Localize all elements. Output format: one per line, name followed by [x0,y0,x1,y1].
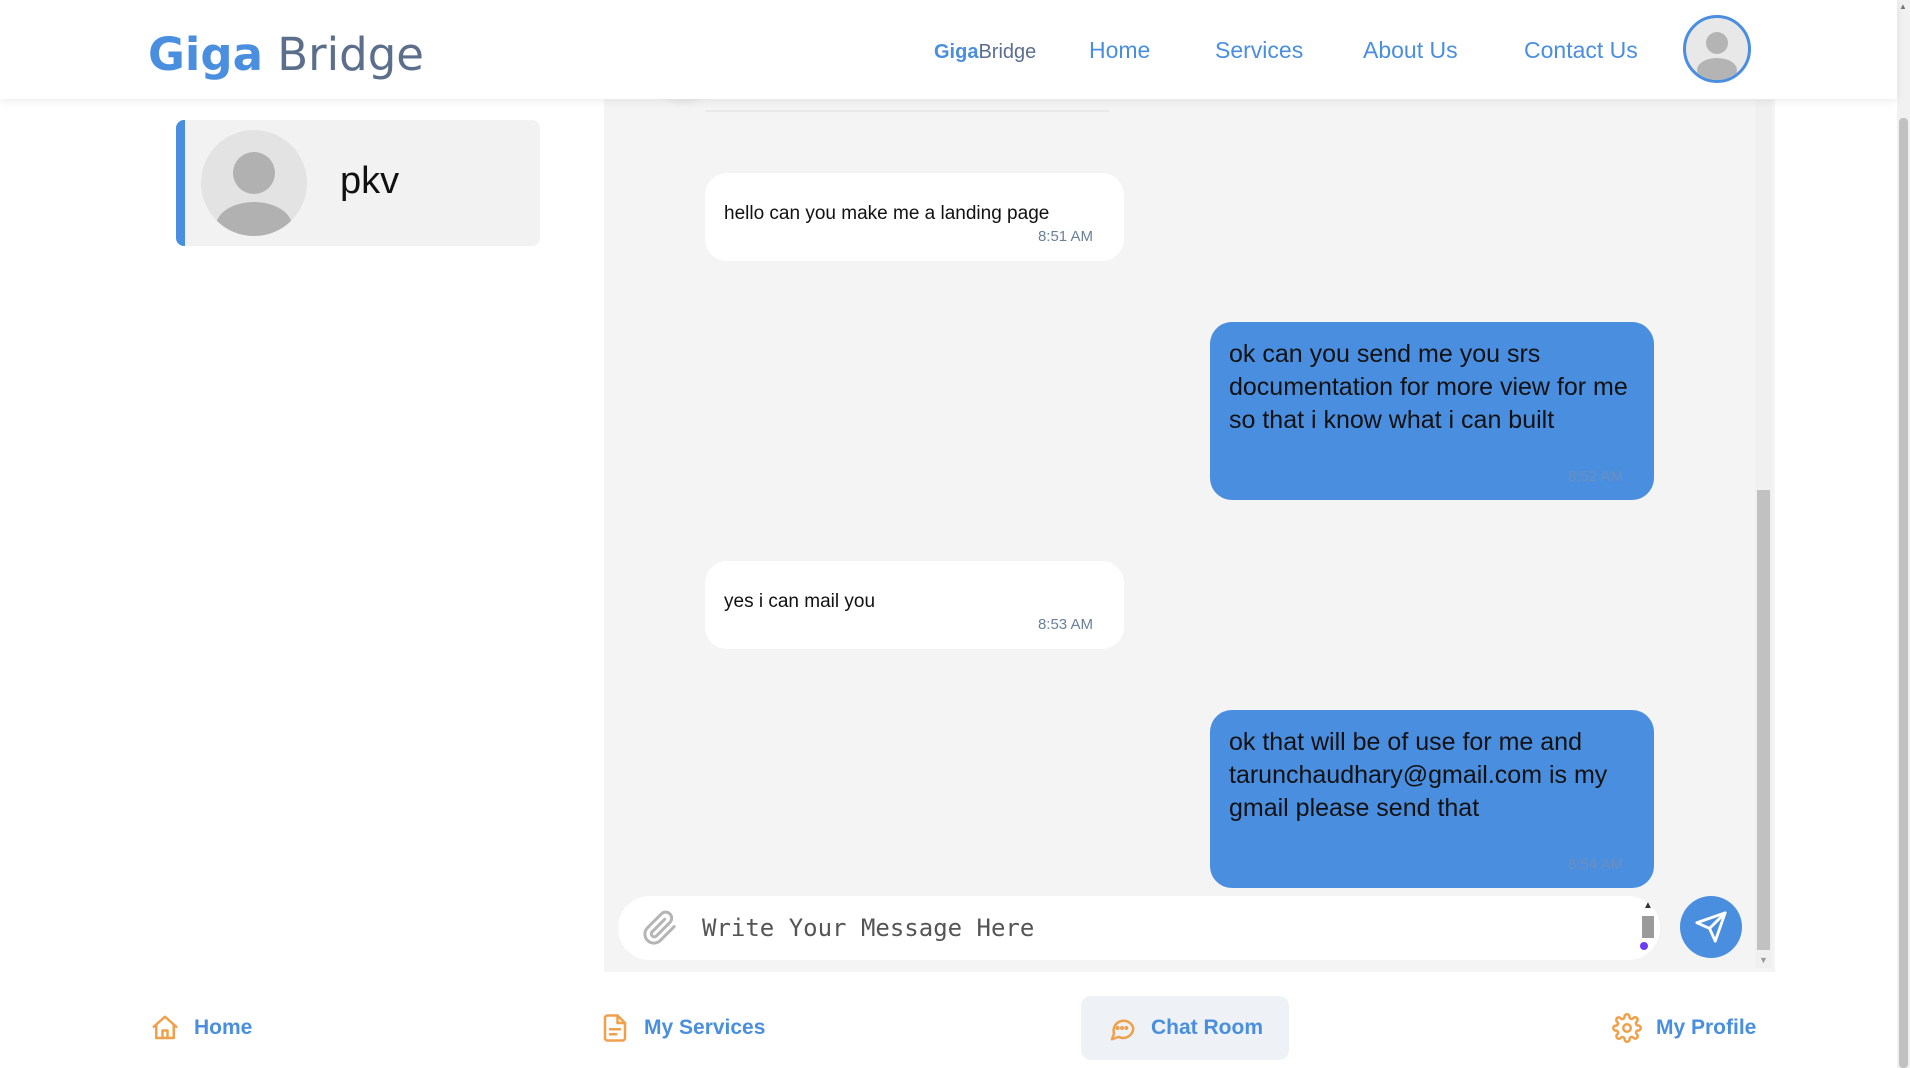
logo-giga: Giga [148,28,263,81]
logo-bridge: Bridge [277,28,424,81]
bottom-nav-my-profile[interactable]: My Profile [1612,996,1756,1060]
top-header: Giga Bridge GigaBridge Home Services Abo… [0,0,1897,99]
message-time: 8:51 AM [1037,228,1093,245]
bottom-nav-home[interactable]: Home [150,996,252,1060]
bottom-nav-label: My Profile [1656,1016,1757,1039]
input-scrollbar-thumb[interactable] [1642,916,1654,938]
bottom-nav-chat-room[interactable]: Chat Room [1081,996,1289,1060]
nav-contact-us[interactable]: Contact Us [1524,37,1638,64]
profile-avatar[interactable] [1683,15,1751,83]
page-scrollbar-thumb[interactable] [1899,118,1908,1068]
scroll-up-arrow-icon[interactable]: ▲ [1643,900,1653,911]
message-incoming: yes i can mail you 8:53 AM [705,561,1124,649]
status-dot [1640,942,1648,950]
scroll-down-arrow-icon[interactable]: ▼ [1759,955,1768,965]
message-time: 8:52 AM [1567,468,1623,485]
bottom-nav-label: Chat Room [1151,1016,1263,1039]
paperclip-icon[interactable] [642,910,678,946]
nav-brand[interactable]: GigaBridge [934,41,1036,64]
page-scrollbar[interactable]: ▲ [1897,0,1910,1068]
chat-scrollbar[interactable]: ▼ [1755,100,1772,968]
gear-icon [1612,1013,1642,1043]
message-text: hello can you make me a landing page [724,203,1050,224]
divider [705,110,1109,112]
bottom-nav: Home My Services Chat Room My Profile [0,990,1897,1068]
nav-brand-bridge: Bridge [978,41,1037,63]
message-time: 8:54 AM [1567,856,1623,873]
message-outgoing: ok can you send me you srs documentation… [1210,322,1654,500]
nav-home[interactable]: Home [1089,37,1150,64]
send-button[interactable] [1680,896,1742,958]
message-outgoing: ok that will be of use for me and tarunc… [1210,710,1654,888]
bottom-nav-my-services[interactable]: My Services [600,996,765,1060]
contact-card-pkv[interactable]: pkv [176,120,540,246]
message-text: yes i can mail you [724,591,876,612]
contact-avatar [201,130,307,236]
nav-about-us[interactable]: About Us [1363,37,1458,64]
nav-brand-giga: Giga [934,41,979,63]
page-scroll-up-icon[interactable]: ▲ [1899,2,1907,11]
input-scrollbar[interactable]: ▲ [1640,900,1656,956]
message-input[interactable] [702,908,1602,948]
chat-icon [1110,1019,1135,1041]
contact-name: pkv [340,160,400,202]
message-text: ok can you send me you srs documentation… [1229,340,1628,434]
site-logo[interactable]: Giga Bridge [148,28,424,81]
user-avatar-icon [1697,32,1737,80]
document-icon [603,1014,627,1042]
bottom-nav-label: My Services [644,1016,766,1039]
home-icon [152,1015,178,1040]
bottom-nav-label: Home [194,1016,253,1039]
message-time: 8:53 AM [1037,616,1093,633]
send-icon [1695,911,1727,943]
user-avatar-icon [216,152,292,236]
chat-scrollbar-thumb[interactable] [1757,490,1770,950]
message-text: ok that will be of use for me and tarunc… [1229,728,1608,822]
message-composer: ▲ [618,896,1660,960]
nav-services[interactable]: Services [1215,37,1303,64]
message-incoming: hello can you make me a landing page 8:5… [705,173,1124,261]
